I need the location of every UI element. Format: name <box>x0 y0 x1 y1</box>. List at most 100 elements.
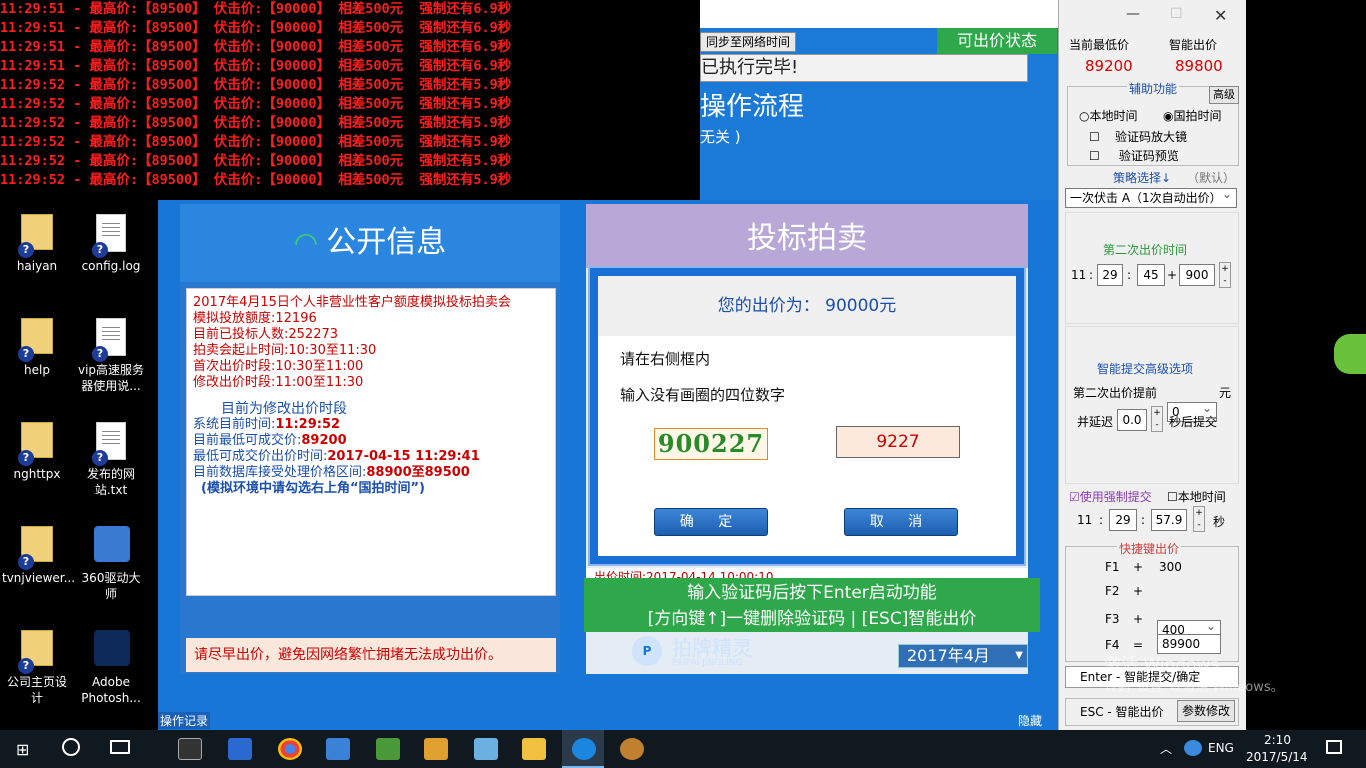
second-minute-input[interactable]: 29 <box>1097 264 1123 286</box>
force-stepper[interactable]: + - <box>1193 506 1205 532</box>
advanced-button[interactable]: 高级 <box>1209 86 1239 104</box>
info-line: 2017年4月15日个人非营业性客户额度模拟投标拍卖会 <box>193 295 511 310</box>
cmd-app-icon[interactable] <box>178 738 202 760</box>
operation-log-link[interactable]: 操作记录 <box>158 712 211 729</box>
hotkey-title: 快捷键出价 <box>1117 540 1182 557</box>
params-button[interactable]: 参数修改 <box>1177 700 1235 722</box>
flow-heading: 操作流程 <box>700 92 805 122</box>
preview-checkbox[interactable]: ☐ 验证码预览 <box>1089 147 1179 164</box>
info-line: 模拟投放额度:12196 <box>193 311 317 326</box>
desktop-icon[interactable]: ? nghttpx <box>2 422 72 482</box>
confirm-button[interactable]: 确 定 <box>654 508 768 536</box>
mascot-icon[interactable] <box>1334 334 1366 374</box>
f1-value: 300 <box>1159 560 1182 574</box>
strategy-select[interactable]: 一次伏击 A（1次自动出价） <box>1065 185 1237 208</box>
panel-maximize-icon[interactable]: ☐ <box>1170 6 1183 22</box>
log-line: 11:29:52 - 最高价:【89500】 伏击价:【90000】 相差500… <box>0 134 512 150</box>
activate-watermark-sub: 转到“设置”以激活 Windows。 <box>1104 680 1284 695</box>
log-line: 11:29:51 - 最高价:【89500】 伏击价:【90000】 相差500… <box>0 58 512 74</box>
tool-app-icon[interactable] <box>474 738 498 760</box>
app-icon <box>94 630 130 666</box>
dolphin-app-icon[interactable] <box>326 738 350 760</box>
control-panel: 当前最低价 89200 智能出价 89800 辅助功能 高级 ○本地时间 ◉国拍… <box>1058 0 1246 730</box>
adv-title: 智能提交高级选项 <box>1097 362 1194 376</box>
desktop-icon[interactable]: ? help <box>2 318 72 378</box>
desktop-icon[interactable]: ? tvnjviewer... <box>2 526 75 586</box>
network-icon[interactable] <box>1184 740 1202 756</box>
log-line: 11:29:52 - 最高价:【89500】 伏击价:【90000】 相差500… <box>0 115 512 131</box>
cancel-button[interactable]: 取 消 <box>844 508 958 536</box>
captcha-dialog: 您的出价为： 90000元 请在右侧框内 输入没有画圈的四位数字 900227 … <box>588 266 1026 566</box>
task-view-icon[interactable] <box>110 740 130 754</box>
local-time-radio[interactable]: ○本地时间 <box>1079 107 1138 124</box>
min-price-label: 目前最低可成交价: <box>193 433 302 448</box>
explorer-icon[interactable] <box>522 738 546 760</box>
hint-banner: 输入验证码后按下Enter启动功能 [方向键↑]一键删除验证码 | [ESC]智… <box>584 578 1040 632</box>
start-icon[interactable]: ⊞ <box>16 740 29 759</box>
clock-time[interactable]: 2:10 <box>1264 733 1291 747</box>
chrome-icon[interactable] <box>278 738 302 760</box>
auction-title: 投标拍卖 <box>586 204 1028 268</box>
desktop-icon[interactable]: ? 发布的网站.txt <box>76 422 146 498</box>
unknown-icon: ? <box>18 346 34 362</box>
range-label: 目前数据库接受处理价格区间: <box>193 465 367 480</box>
delay-input[interactable]: 0.0 <box>1117 409 1147 431</box>
panel-close-icon[interactable]: ✕ <box>1214 6 1227 25</box>
flow-note: 无关 ) <box>700 128 741 146</box>
wifi-icon: ◠ <box>293 226 319 259</box>
desktop-icon[interactable]: ? vip高速服务器使用说... <box>76 318 146 394</box>
activate-watermark: 激活 Windows <box>1104 655 1220 675</box>
f2-key-label: F2 <box>1105 584 1120 598</box>
desktop-icon-label: nghttpx <box>13 467 61 481</box>
hint-line1: 输入验证码后按下Enter启动功能 <box>687 583 937 603</box>
unknown-icon: ? <box>92 242 108 258</box>
public-info-header: ◠ 公开信息 <box>180 204 560 282</box>
search-app-icon[interactable] <box>424 738 448 760</box>
desktop-icon-label: 发布的网站.txt <box>86 467 135 497</box>
gp-time-radio[interactable]: ◉国拍时间 <box>1163 107 1222 124</box>
second-second-input[interactable]: 45 <box>1137 264 1165 286</box>
captcha-image: 900227 <box>654 428 768 460</box>
chevron-up-icon[interactable]: ︿ <box>1160 740 1172 757</box>
force-second-input[interactable]: 57.9 <box>1151 509 1187 531</box>
seconds-label: 秒 <box>1213 515 1226 529</box>
delay-stepper[interactable]: + - <box>1151 406 1163 432</box>
current-low-value: 89200 <box>1085 57 1133 75</box>
desktop-icon[interactable]: ? haiyan <box>2 214 72 274</box>
notepad-app-icon[interactable] <box>376 738 400 760</box>
log-console: 11:29:51 - 最高价:【89500】 伏击价:【90000】 相差500… <box>0 0 700 198</box>
paint-app-icon[interactable] <box>620 738 644 760</box>
jl-app-icon[interactable] <box>228 738 252 760</box>
unknown-icon: ? <box>92 346 108 362</box>
clock-date[interactable]: 2017/5/14 <box>1246 750 1308 764</box>
lang-indicator[interactable]: ENG <box>1208 741 1234 755</box>
log-line: 11:29:52 - 最高价:【89500】 伏击价:【90000】 相差500… <box>0 77 512 93</box>
info-line: 目前已投标人数:252273 <box>193 327 339 342</box>
adv-ahead-label: 第二次出价提前 <box>1073 386 1158 400</box>
info-line: 修改出价时段:11:00至11:30 <box>193 375 364 390</box>
captcha-input[interactable]: 9227 <box>836 426 960 458</box>
range-value: 88900至89500 <box>366 465 470 480</box>
panel-minimize-icon[interactable]: — <box>1126 6 1140 22</box>
min-time-value: 2017-04-15 11:29:41 <box>327 449 480 464</box>
desktop-icon[interactable]: ? config.log <box>76 214 146 274</box>
second-add-input[interactable]: 900 <box>1179 264 1215 286</box>
delay-label: 并延迟 <box>1077 415 1114 429</box>
desktop-icon[interactable]: Adobe Photosh... <box>76 630 146 706</box>
force-minute-input[interactable]: 29 <box>1109 509 1137 531</box>
info-line: 拍卖会起止时间:10:30至11:30 <box>193 343 377 358</box>
desktop-icon[interactable]: 360驱动大师 <box>76 526 146 602</box>
local-time-checkbox[interactable]: ☐本地时间 <box>1167 488 1226 505</box>
sync-time-button-front[interactable]: 同步至网络时间 <box>700 32 796 52</box>
log-line: 11:29:52 - 最高价:【89500】 伏击价:【90000】 相差500… <box>0 153 512 169</box>
unknown-icon: ? <box>92 450 108 466</box>
notification-icon[interactable] <box>1326 740 1342 754</box>
search-icon[interactable] <box>62 738 80 756</box>
force-submit-checkbox[interactable]: ☑使用强制提交 <box>1069 488 1152 505</box>
magnifier-checkbox[interactable]: ☐ 验证码放大镜 <box>1089 128 1187 145</box>
log-line: 11:29:51 - 最高价:【89500】 伏击价:【90000】 相差500… <box>0 20 512 36</box>
f3-key-label: F3 <box>1105 612 1120 626</box>
second-stepper[interactable]: + - <box>1219 262 1231 288</box>
desktop-icon[interactable]: ? 公司主页设计 <box>2 630 72 706</box>
month-select[interactable]: 2017年4月 ▼ <box>898 644 1028 668</box>
